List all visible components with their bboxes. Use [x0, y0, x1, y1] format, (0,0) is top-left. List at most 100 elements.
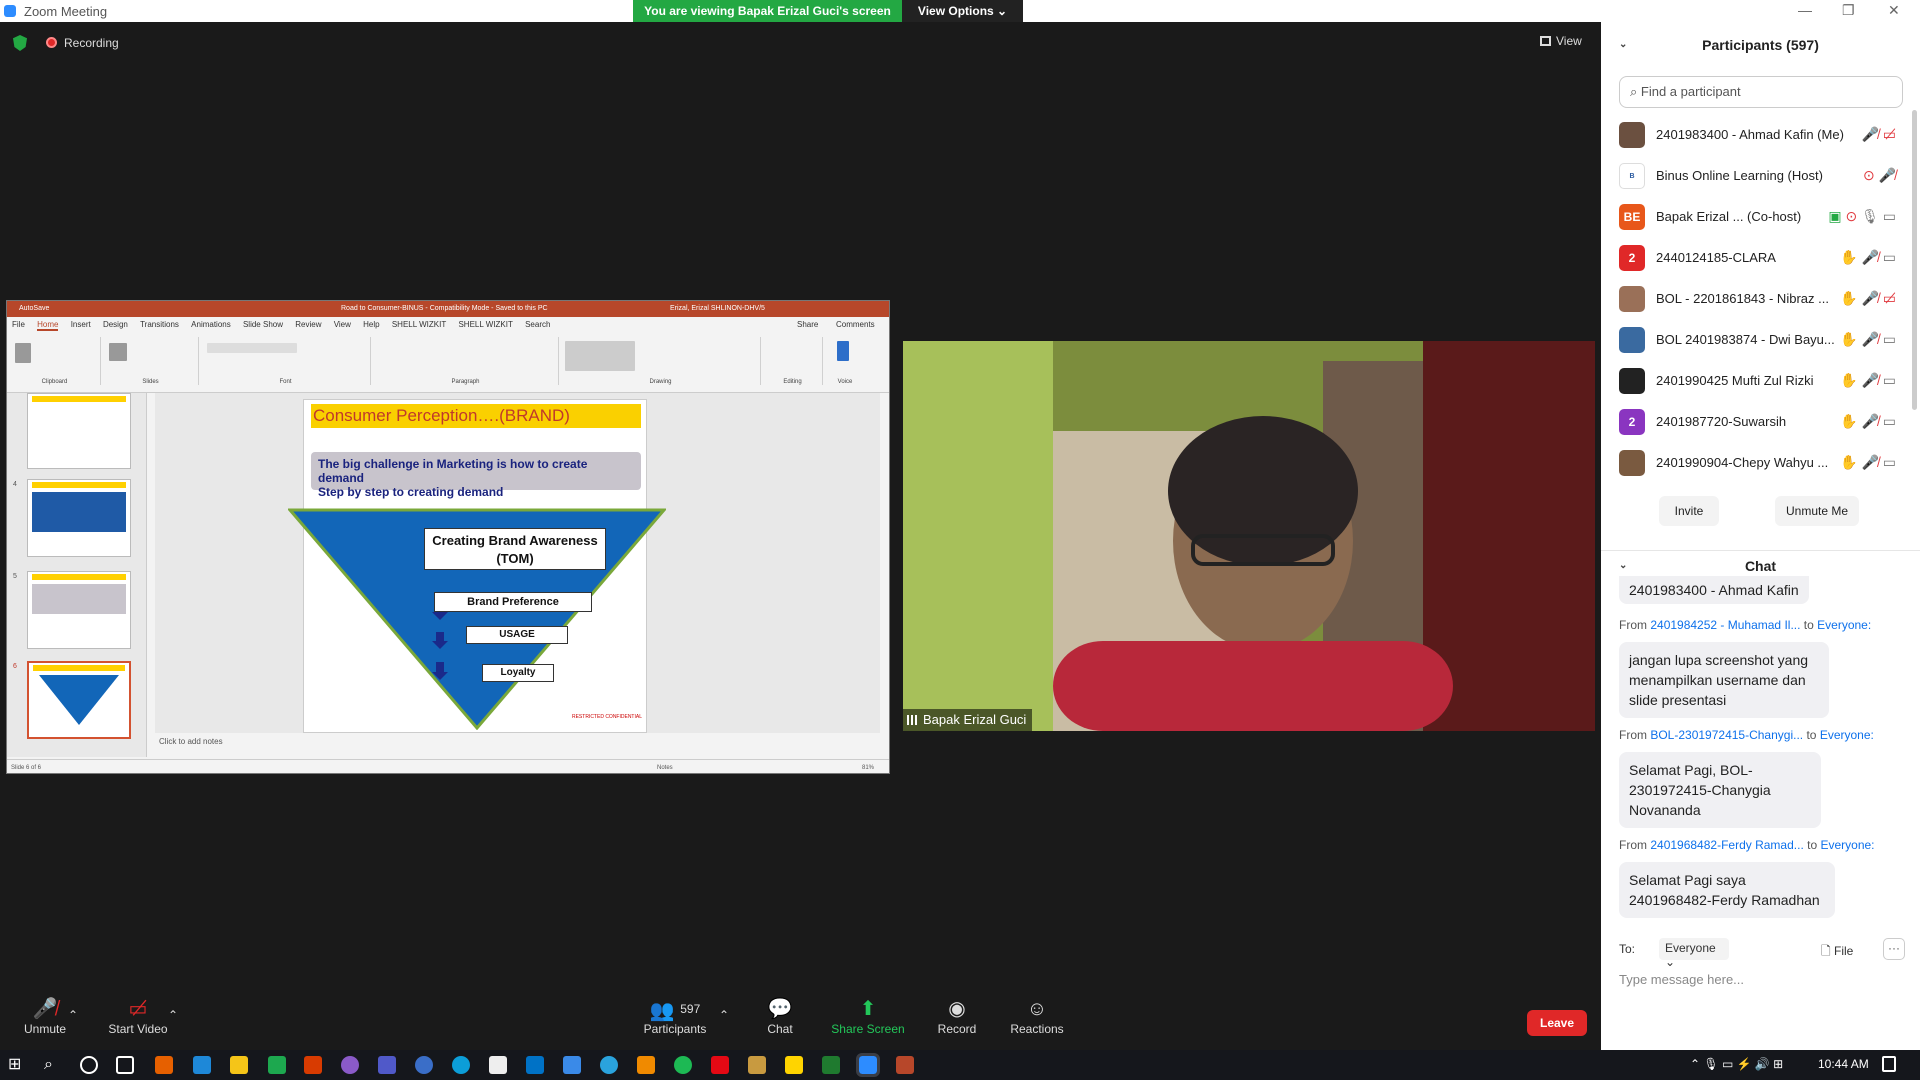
slide-edit-area[interactable]: Consumer Perception….(BRAND) The big cha… [155, 393, 880, 733]
ppt-tab[interactable]: Transitions [140, 320, 179, 329]
firefox-icon[interactable] [155, 1056, 173, 1074]
chat-sender-link[interactable]: BOL-2301972415-Chanygi... [1650, 728, 1803, 742]
chat-recipient-link[interactable]: Everyone: [1820, 728, 1874, 742]
ppt-tab[interactable]: Design [103, 320, 128, 329]
reactions-icon: ☺ [1026, 998, 1048, 1020]
minimize-icon[interactable]: — [1798, 2, 1812, 18]
chat-sender-link[interactable]: 2401984252 - Muhamad Il... [1650, 618, 1800, 632]
file-explorer-icon[interactable] [230, 1056, 248, 1074]
record-button[interactable]: ◉ Record [912, 996, 1002, 1036]
ppt-share-button[interactable]: Share [797, 317, 818, 333]
chat-recipient-link[interactable]: Everyone: [1820, 838, 1874, 852]
search-icon[interactable]: ⌕ [44, 1056, 62, 1074]
slide-thumbnail[interactable] [27, 571, 131, 649]
chrome-icon[interactable] [268, 1056, 286, 1074]
current-slide[interactable]: Consumer Perception….(BRAND) The big cha… [288, 399, 666, 733]
system-tray-icons[interactable]: ⌃ 🎙 ▭ ⚡ 🔊 ⊞ [1690, 1057, 1783, 1071]
chat-button[interactable]: 💬 Chat [735, 996, 825, 1036]
outlook-icon[interactable] [526, 1056, 544, 1074]
participant-row[interactable]: 2 2401987720-Suwarsih ✋ 🎤̸ ▭ [1601, 401, 1920, 442]
cortana-icon[interactable] [80, 1056, 98, 1074]
ppt-tab-home[interactable]: Home [37, 320, 59, 331]
participant-row[interactable]: BOL - 2201861843 - Nibraz ... ✋ 🎤̸ ▭̸ [1601, 278, 1920, 319]
audio-options-chevron-icon[interactable]: ⌃ [63, 1008, 83, 1022]
zoom-logo-icon [4, 5, 16, 17]
discord-icon[interactable] [341, 1056, 359, 1074]
app-icon[interactable] [415, 1056, 433, 1074]
close-icon[interactable]: ✕ [1888, 2, 1900, 19]
netflix-icon[interactable] [711, 1056, 729, 1074]
ppt-tab[interactable]: File [12, 320, 25, 329]
slide-thumbnail[interactable] [27, 479, 131, 557]
reactions-button[interactable]: ☺ Reactions [992, 996, 1082, 1036]
ppt-tab[interactable]: Review [295, 320, 321, 329]
participant-row[interactable]: 2401990425 Mufti Zul Rizki ✋ 🎤̸ ▭ [1601, 360, 1920, 401]
chat-message-input[interactable]: Type message here... [1619, 972, 1744, 987]
participants-chevron-icon[interactable]: ⌃ [714, 1008, 734, 1022]
notes-toggle[interactable]: Notes [657, 760, 673, 773]
notes-pane[interactable]: Click to add notes [155, 733, 880, 757]
chat-recipient-select[interactable]: Everyone ⌄ [1659, 938, 1729, 969]
leave-button[interactable]: Leave [1527, 1010, 1587, 1036]
task-view-icon[interactable] [116, 1056, 134, 1074]
powerpoint-icon[interactable] [896, 1056, 914, 1074]
ppt-tab[interactable]: Slide Show [243, 320, 283, 329]
teams-icon[interactable] [378, 1056, 396, 1074]
avatar [1619, 327, 1645, 353]
participants-button[interactable]: 👥 597 Participants [630, 996, 720, 1036]
participant-row[interactable]: 2 2440124185-CLARA ✋ 🎤̸ ▭ [1601, 237, 1920, 278]
collapse-chevron-icon[interactable]: ⌄ [1619, 22, 1627, 68]
office-icon[interactable] [304, 1056, 322, 1074]
vlc-icon[interactable] [637, 1056, 655, 1074]
reactions-label: Reactions [1010, 1022, 1064, 1036]
ppt-comments-button[interactable]: Comments [836, 317, 875, 333]
shared-screen-powerpoint[interactable]: AutoSave Road to Consumer-BINUS - Compat… [6, 300, 890, 774]
view-button[interactable]: View [1540, 34, 1582, 48]
telegram-icon[interactable] [600, 1056, 618, 1074]
mail-icon[interactable] [563, 1056, 581, 1074]
participant-search-input[interactable]: ⌕ Find a participant [1619, 76, 1903, 108]
slide-thumbnail[interactable] [27, 393, 131, 469]
edge-icon[interactable] [452, 1056, 470, 1074]
vscode-icon[interactable] [193, 1056, 211, 1074]
ppt-tab[interactable]: SHELL WIZKIT [392, 320, 446, 329]
chat-sender-link[interactable]: 2401968482-Ferdy Ramad... [1650, 838, 1803, 852]
participant-row[interactable]: BE Bapak Erizal ... (Co-host) ▣ ⊙ 🎙 ▭ [1601, 196, 1920, 237]
file-button[interactable]: 🗋 File [1821, 942, 1853, 963]
spotify-icon[interactable] [674, 1056, 692, 1074]
more-options-button[interactable]: ··· [1883, 938, 1905, 960]
chat-recipient-link[interactable]: Everyone: [1817, 618, 1871, 632]
restore-icon[interactable]: ❐ [1842, 2, 1855, 19]
zoom-taskbar-icon[interactable] [856, 1053, 880, 1077]
video-options-chevron-icon[interactable]: ⌃ [163, 1008, 183, 1022]
participant-row[interactable]: 2401990904-Chepy Wahyu ... ✋ 🎤̸ ▭ [1601, 442, 1920, 483]
video-icon: ▭ [1882, 372, 1896, 388]
share-screen-button[interactable]: ⬆ Share Screen [823, 996, 913, 1036]
ppt-tab[interactable]: Help [363, 320, 379, 329]
invite-button[interactable]: Invite [1659, 496, 1719, 526]
windows-start-icon[interactable]: ⊞ [8, 1056, 26, 1074]
file-icon: 🗋 [1821, 944, 1831, 958]
ppt-tab[interactable]: Animations [191, 320, 231, 329]
sticky-notes-icon[interactable] [785, 1056, 803, 1074]
excel-icon[interactable] [822, 1056, 840, 1074]
ppt-tab[interactable]: SHELL WIZKIT [458, 320, 512, 329]
slide-thumbnail-selected[interactable] [27, 661, 131, 739]
zoom-level[interactable]: 81% [862, 760, 874, 773]
participant-row[interactable]: B Binus Online Learning (Host) ⊙ 🎤̸ [1601, 155, 1920, 196]
store-icon[interactable] [489, 1056, 507, 1074]
slide-thumbnails-pane[interactable]: 4 5 6 [7, 393, 147, 757]
speaker-video[interactable]: Bapak Erizal Guci [903, 341, 1595, 731]
participant-row[interactable]: BOL 2401983874 - Dwi Bayu... ✋ 🎤̸ ▭ [1601, 319, 1920, 360]
game-icon[interactable] [748, 1056, 766, 1074]
taskbar-clock[interactable]: 10:44 AM [1818, 1057, 1869, 1071]
participant-row[interactable]: 2401983400 - Ahmad Kafin (Me) 🎤̸ ▭̸ [1601, 114, 1920, 155]
encryption-shield-icon[interactable] [13, 35, 27, 51]
ppt-tab[interactable]: Insert [71, 320, 91, 329]
participant-scrollbar[interactable] [1912, 110, 1917, 410]
notification-icon[interactable] [1882, 1056, 1896, 1072]
view-options-button[interactable]: View Options ⌄ [902, 0, 1023, 22]
ppt-search[interactable]: Search [525, 320, 550, 329]
unmute-me-button[interactable]: Unmute Me [1775, 496, 1859, 526]
ppt-tab[interactable]: View [334, 320, 351, 329]
